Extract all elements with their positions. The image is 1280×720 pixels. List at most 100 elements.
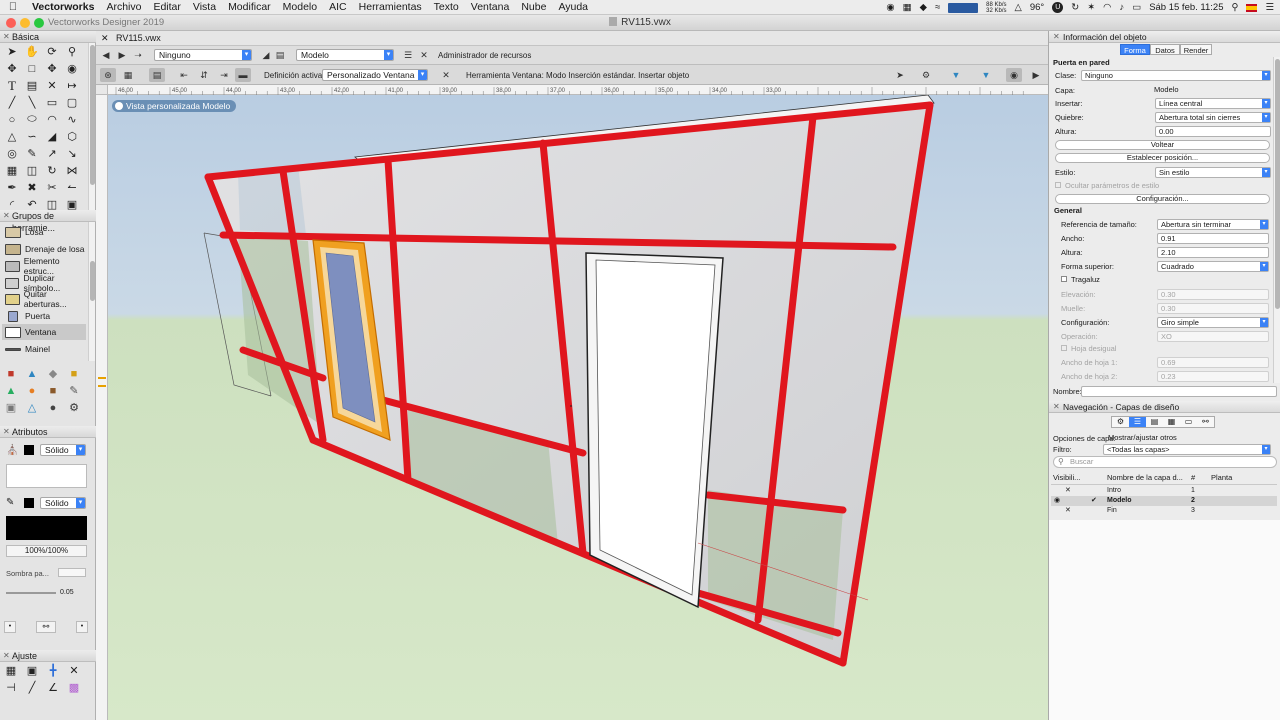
eyedrop-icon[interactable]: ✒: [2, 179, 22, 196]
fillet-tool-icon[interactable]: ↼: [62, 179, 82, 196]
offset-tool-icon[interactable]: ▦: [2, 162, 22, 179]
rounded-rectangle-icon[interactable]: ▢: [62, 94, 82, 111]
align-right-icon[interactable]: ⇥: [216, 68, 232, 82]
line-weight-slider[interactable]: [6, 592, 56, 594]
voltear-button[interactable]: Voltear: [1055, 140, 1270, 150]
align-wall-icon[interactable]: ▬: [235, 68, 251, 82]
dropbox-icon[interactable]: ◆: [920, 2, 927, 13]
notification-icon[interactable]: ☰: [1265, 2, 1274, 13]
class-visibility-icon[interactable]: ▤: [272, 48, 288, 62]
spiral-icon[interactable]: ∽: [22, 128, 42, 145]
dims-notes-icon[interactable]: ✎: [64, 382, 84, 399]
settings-gear-icon[interactable]: ⚙: [64, 399, 84, 416]
groups-scrollbar[interactable]: [88, 223, 95, 361]
cross-icon[interactable]: ✕: [42, 77, 62, 94]
menu-archivo[interactable]: Archivo: [100, 1, 147, 13]
arrowhead-end-button[interactable]: •: [76, 621, 88, 633]
sheets-icon[interactable]: ▤: [1146, 417, 1163, 427]
rectangle-tool-icon[interactable]: ▭: [42, 94, 62, 111]
standard-view-icon[interactable]: ▼: [978, 68, 994, 82]
callout-icon[interactable]: ▤: [22, 77, 42, 94]
flyover-tool-icon[interactable]: ✥: [2, 60, 22, 77]
hidden-icon[interactable]: ✕: [1065, 486, 1071, 496]
active-definition-select[interactable]: Personalizado Ventana ▾: [322, 69, 428, 81]
pen-color-swatch[interactable]: [24, 498, 34, 508]
close-icon[interactable]: ✕: [1053, 401, 1060, 413]
classes-icon[interactable]: ⚙: [1112, 417, 1129, 427]
visible-eye-icon[interactable]: ◉: [1054, 496, 1060, 506]
muelle-field[interactable]: 0.30: [1157, 303, 1269, 314]
tab-datos[interactable]: Datos: [1150, 44, 1180, 55]
layer-select[interactable]: Modelo ▾: [296, 49, 394, 61]
forma-superior-select[interactable]: Cuadrado ▾: [1157, 261, 1269, 272]
selection-tool-icon[interactable]: ➤: [2, 43, 22, 60]
wifi-signal-icon[interactable]: ◠: [1103, 2, 1111, 13]
snap-intersection-icon[interactable]: ✕: [64, 662, 84, 679]
insertar-select[interactable]: Línea central ▾: [1155, 98, 1271, 109]
snap-icon[interactable]: ◉: [62, 60, 82, 77]
dimension-icon[interactable]: ↦: [62, 77, 82, 94]
3d-model-icon[interactable]: △: [22, 399, 42, 416]
layer-row[interactable]: ◉ ✔ Modelo 2: [1051, 496, 1277, 506]
scene-3d[interactable]: [108, 95, 1048, 720]
attribute-icon[interactable]: ↘: [62, 145, 82, 162]
building-shell-icon[interactable]: ■: [1, 365, 21, 382]
line-weight-value[interactable]: 0.05: [60, 589, 74, 596]
regular-polygon-icon[interactable]: ⬡: [62, 128, 82, 145]
flyover-view-icon[interactable]: ➤: [892, 68, 908, 82]
menu-ayuda[interactable]: Ayuda: [552, 1, 594, 13]
user-icon[interactable]: U: [1052, 2, 1064, 13]
nombre-field[interactable]: [1081, 386, 1277, 397]
arc-tool-icon[interactable]: ◠: [42, 111, 62, 128]
menu-nube[interactable]: Nube: [515, 1, 552, 13]
render-icon[interactable]: ●: [43, 399, 63, 416]
snap-distance-icon[interactable]: ⊣: [1, 679, 21, 696]
pencil-tool-icon[interactable]: ✎: [22, 145, 42, 162]
class-select[interactable]: Ninguno ▾: [154, 49, 252, 61]
snap-working-plane-icon[interactable]: ▩: [64, 679, 84, 696]
opacity-field[interactable]: 100%/100%: [6, 545, 87, 557]
layers-icon[interactable]: ☰: [1129, 417, 1146, 427]
hidden-icon[interactable]: ✕: [1065, 506, 1071, 516]
align-left-icon[interactable]: ⇤: [176, 68, 192, 82]
horizontal-ruler[interactable]: 46,00 45,00 44,00 43,00 42,00 41,00 39,00 38,00…: [108, 85, 1048, 95]
2d-reshape-icon[interactable]: □: [22, 60, 42, 77]
apple-icon[interactable]: : [0, 1, 26, 13]
back-icon[interactable]: ◀: [98, 48, 114, 62]
freehand-icon[interactable]: ∿: [62, 111, 82, 128]
close-icon[interactable]: ✕: [1053, 31, 1060, 43]
menu-modelo[interactable]: Modelo: [277, 1, 323, 13]
saved-views-icon[interactable]: ➝: [130, 48, 146, 62]
pen-preview[interactable]: [6, 516, 87, 540]
tool-item-elemento[interactable]: Elemento estruc...: [2, 256, 86, 276]
bluetooth-icon[interactable]: ✶: [1087, 2, 1095, 13]
fill-preview[interactable]: [6, 464, 87, 488]
menu-editar[interactable]: Editar: [147, 1, 186, 13]
col-layer-name[interactable]: Nombre de la capa d...: [1107, 471, 1183, 485]
establecer-posicion-button[interactable]: Establecer posición...: [1055, 153, 1270, 163]
altura-field[interactable]: 0.00: [1155, 126, 1271, 137]
render-settings-icon[interactable]: ⚙: [918, 68, 934, 82]
drawing-viewport[interactable]: [108, 95, 1048, 720]
menu-ventana[interactable]: Ventana: [465, 1, 516, 13]
snap-tangent-icon[interactable]: ╱: [22, 679, 42, 696]
mirror-axis-icon[interactable]: ⋈: [62, 162, 82, 179]
grid-icon[interactable]: ▦: [903, 2, 912, 13]
oip-scrollbar[interactable]: [1273, 57, 1280, 383]
alto-field[interactable]: 2.10: [1157, 247, 1269, 258]
tab-forma[interactable]: Forma: [1120, 44, 1150, 55]
text-tool-icon[interactable]: T: [2, 77, 22, 94]
layer-row[interactable]: ✕ Intro 1: [1051, 486, 1277, 496]
referencia-select[interactable]: Abertura sin terminar ▾: [1157, 219, 1269, 230]
tool-item-losa[interactable]: Losa: [2, 224, 86, 240]
menu-modificar[interactable]: Modificar: [222, 1, 277, 13]
polyline-icon[interactable]: △: [2, 128, 22, 145]
arrowhead-button[interactable]: •: [4, 621, 16, 633]
shadow-button[interactable]: [58, 568, 86, 577]
align-center-icon[interactable]: ⇵: [196, 68, 212, 82]
menu-vista[interactable]: Vista: [187, 1, 222, 13]
close-icon[interactable]: ✕: [3, 650, 10, 662]
close-icon[interactable]: ✕: [3, 426, 10, 438]
visualization-icon[interactable]: ■: [43, 382, 63, 399]
flag-icon[interactable]: [1246, 3, 1258, 12]
